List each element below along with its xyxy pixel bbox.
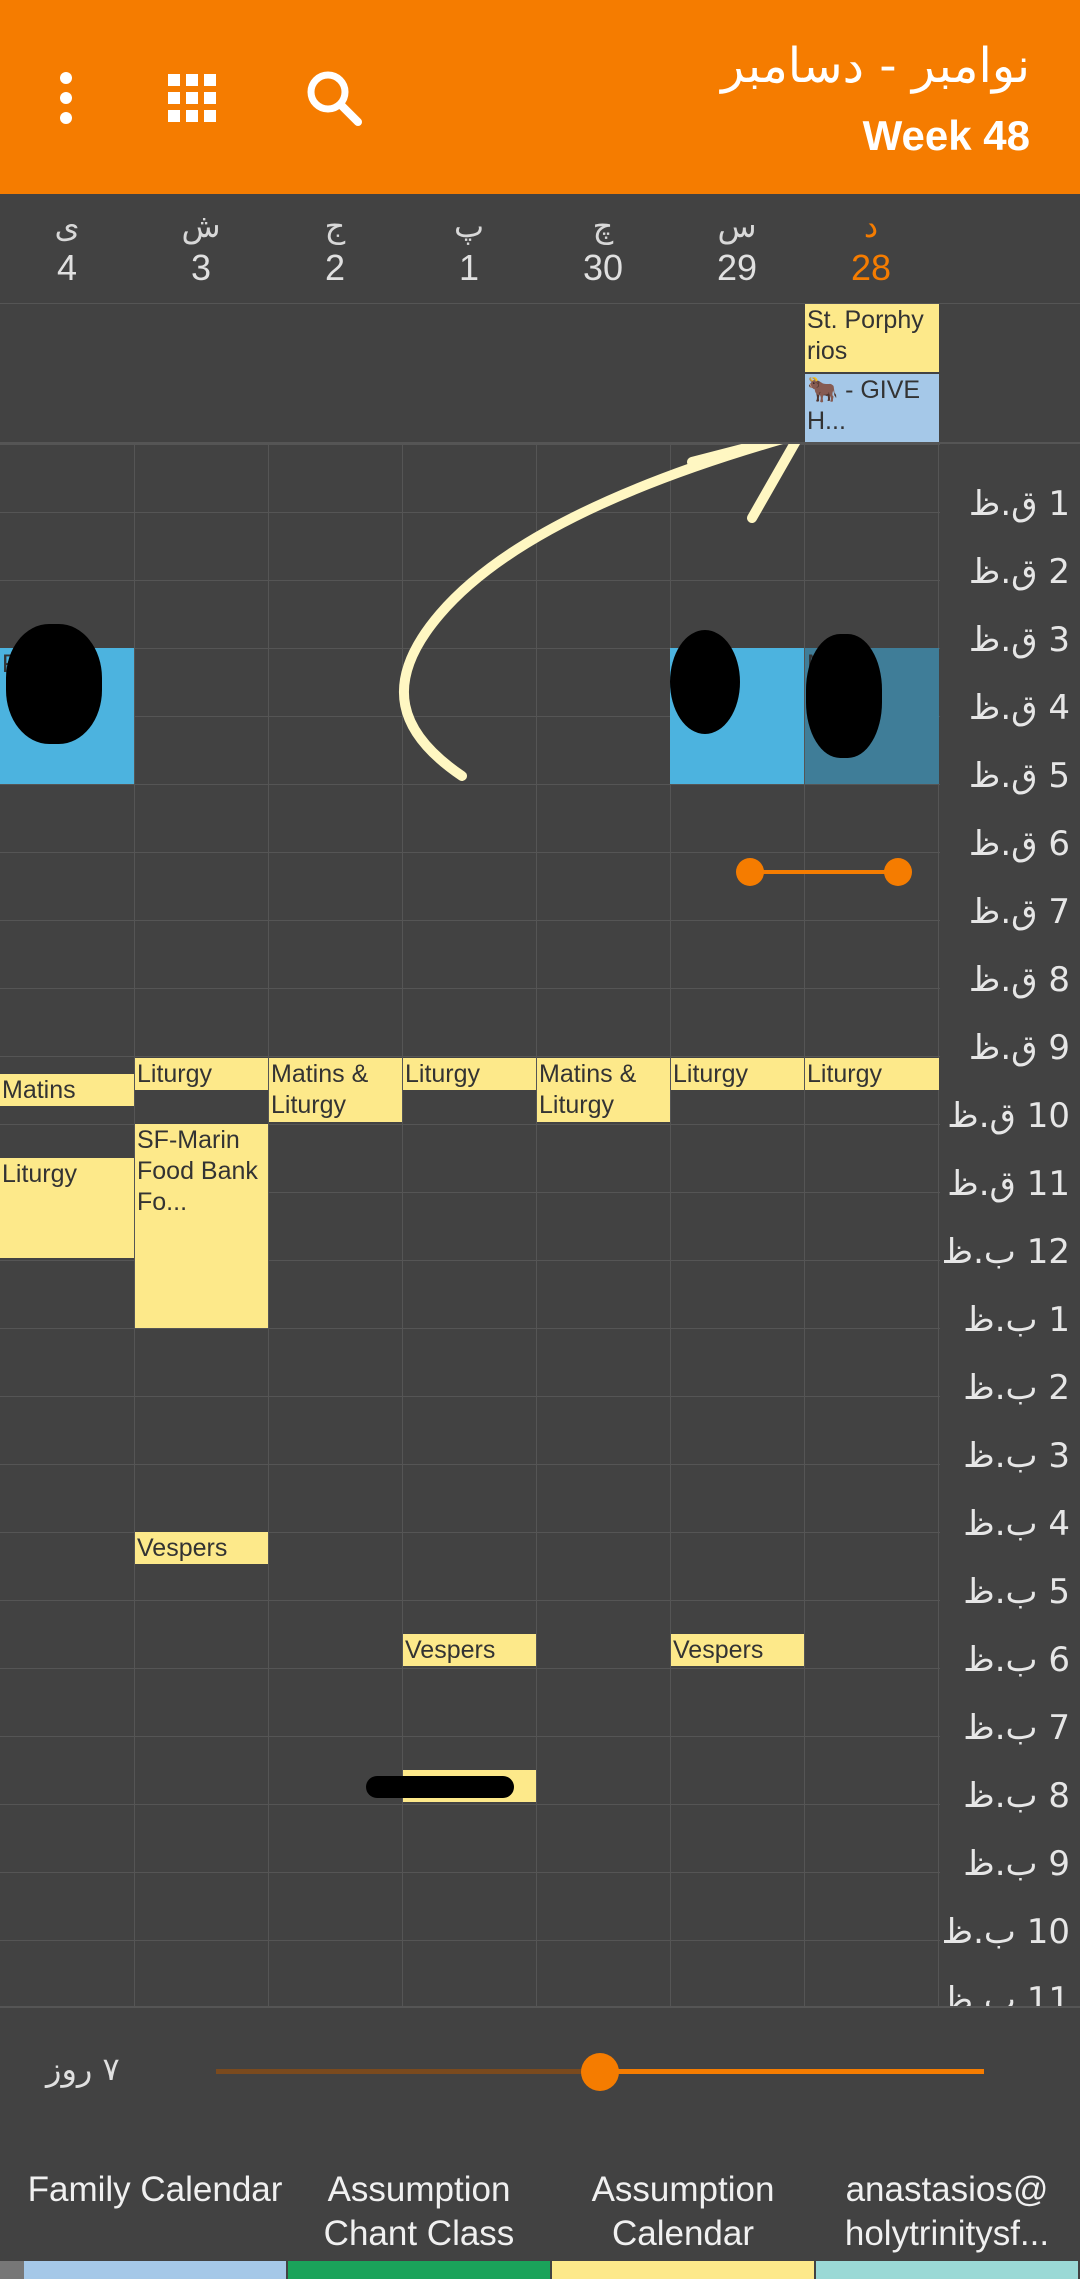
calendar-event[interactable]: Liturgy (671, 1058, 804, 1090)
hour-gridline (0, 1056, 940, 1057)
days-slider-label: ۷ روز (46, 2050, 120, 2088)
calendar-item[interactable]: Family Calendar (24, 2160, 286, 2279)
day-header-row: ی 4 ش 3 ج 2 پ 1 چ 30 س 29 د 28 (0, 194, 1080, 304)
redaction-mark (6, 624, 102, 744)
hour-label: 1 ق.ظ (968, 484, 1070, 524)
day-column-header-today[interactable]: د 28 (804, 206, 938, 290)
days-slider-thumb[interactable] (581, 2053, 619, 2091)
hour-label: 10 ق.ظ (947, 1096, 1070, 1136)
hour-label: 2 ق.ظ (968, 552, 1070, 592)
hour-label: 5 ب.ظ (963, 1572, 1070, 1612)
all-day-event[interactable]: 🐂 - GIVE H... (805, 374, 939, 442)
calendar-event[interactable]: Vespers (135, 1532, 268, 1564)
hour-label: 11 ق.ظ (947, 1164, 1070, 1204)
calendar-color-bar (288, 2261, 550, 2279)
hour-gridline (0, 1872, 940, 1873)
app-bar: نوامبر - دسامبر Week 48 (0, 0, 1080, 194)
hour-label: 5 ق.ظ (968, 756, 1070, 796)
hour-label: 12 ب.ظ (941, 1232, 1070, 1272)
hour-gridline (0, 920, 940, 921)
hour-gridline (0, 1328, 940, 1329)
hour-label: 11 ب.ظ (941, 1980, 1070, 2006)
hour-label: 1 ب.ظ (963, 1300, 1070, 1340)
calendar-event[interactable]: SF-Marin Food Bank Fo... (135, 1124, 268, 1328)
hour-label: 3 ب.ظ (963, 1436, 1070, 1476)
hour-gridline (0, 1736, 940, 1737)
hour-label: 2 ب.ظ (963, 1368, 1070, 1408)
annotation-arrow (398, 444, 801, 781)
hour-gridline (0, 1940, 940, 1941)
hour-label: 8 ب.ظ (963, 1776, 1070, 1816)
calendar-item[interactable]: anastasios@ holytrinitysf... (816, 2160, 1078, 2279)
day-column-header[interactable]: ج 2 (268, 206, 402, 290)
time-grid[interactable]: 1 ق.ظ 2 ق.ظ 3 ق.ظ 4 ق.ظ 5 ق.ظ 6 ق.ظ 7 ق.… (0, 444, 1080, 2006)
hour-gridline (0, 1600, 940, 1601)
hour-label: 8 ق.ظ (968, 960, 1070, 1000)
calendar-event[interactable]: Liturgy (805, 1058, 939, 1090)
hour-label: 6 ق.ظ (968, 824, 1070, 864)
calendar-event[interactable]: Vespers (671, 1634, 804, 1666)
calendar-color-bar (24, 2261, 286, 2279)
calendar-color-bar (816, 2261, 1078, 2279)
day-column-header[interactable]: پ 1 (402, 206, 536, 290)
hour-label: 10 ب.ظ (941, 1912, 1070, 1952)
day-column-header[interactable]: ش 3 (134, 206, 268, 290)
day-column-header[interactable]: چ 30 (536, 206, 670, 290)
redaction-mark (366, 1776, 514, 1798)
all-day-event[interactable]: St. Porphy rios (805, 304, 939, 372)
hour-label: 6 ب.ظ (963, 1640, 1070, 1680)
calendar-event[interactable]: Matins (0, 1074, 134, 1106)
hour-gridline (0, 784, 940, 785)
apps-grid-icon[interactable] (156, 62, 228, 134)
calendar-event[interactable]: Vespers (403, 1634, 536, 1666)
hour-gridline (0, 1464, 940, 1465)
week-label: Week 48 (862, 112, 1030, 159)
hour-label: 7 ق.ظ (968, 892, 1070, 932)
current-time-indicator (750, 870, 898, 874)
calendar-event[interactable]: Liturgy (0, 1158, 134, 1258)
calendar-event[interactable]: Liturgy (135, 1058, 268, 1090)
hour-label: 4 ب.ظ (963, 1504, 1070, 1544)
calendar-item-partial[interactable] (0, 2160, 24, 2279)
calendar-event[interactable]: Liturgy (403, 1058, 536, 1090)
all-day-area: St. Porphy rios 🐂 - GIVE H... (0, 304, 1080, 444)
day-column-header[interactable]: ی 4 (0, 206, 134, 290)
hour-label: 9 ق.ظ (968, 1028, 1070, 1068)
hour-gridline (0, 1668, 940, 1669)
current-time-dot (736, 858, 764, 886)
column-divider (268, 444, 269, 2006)
calendar-color-bar (552, 2261, 814, 2279)
page-title: نوامبر - دسامبر (721, 38, 1030, 94)
calendar-event[interactable]: Matins & Liturgy (537, 1058, 670, 1122)
search-icon[interactable] (298, 62, 370, 134)
hour-label: 4 ق.ظ (968, 688, 1070, 728)
hour-gridline (0, 1396, 940, 1397)
hour-gridline (0, 852, 940, 853)
hour-gridline (0, 988, 940, 989)
calendar-item[interactable]: Assumption Calendar (552, 2160, 814, 2279)
hour-label: 9 ب.ظ (963, 1844, 1070, 1884)
more-options-icon[interactable] (30, 62, 102, 134)
calendar-list: Family Calendar Assumption Chant Class A… (0, 2160, 1080, 2279)
day-column-header[interactable]: س 29 (670, 206, 804, 290)
calendar-item[interactable]: Assumption Chant Class (288, 2160, 550, 2279)
hour-label: 7 ب.ظ (963, 1708, 1070, 1748)
calendar-event[interactable]: Matins & Liturgy (269, 1058, 402, 1122)
hour-label: 3 ق.ظ (968, 620, 1070, 660)
current-time-dot (884, 858, 912, 886)
hour-gridline (0, 1804, 940, 1805)
